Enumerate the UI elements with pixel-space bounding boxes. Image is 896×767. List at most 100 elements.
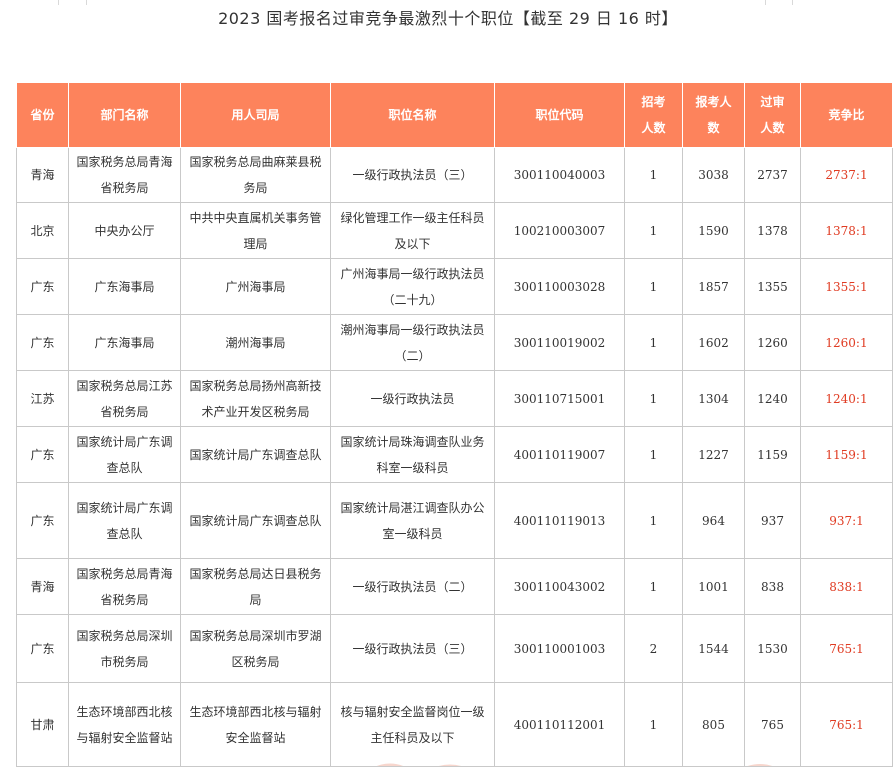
cell-employer: 国家税务总局达日县税务局 <box>180 558 331 615</box>
cell-applicants: 1544 <box>682 614 745 683</box>
cell-employer: 国家税务总局曲麻莱县税务局 <box>180 147 331 203</box>
cell-recruit: 1 <box>624 314 683 371</box>
cell-ratio: 1260:1 <box>800 314 893 371</box>
cell-code: 300110040003 <box>494 147 625 203</box>
table-row: 广东 广东海事局 潮州海事局 潮州海事局一级行政执法员（二） 300110019… <box>16 314 893 371</box>
table-row: 广东 国家统计局广东调查总队 国家统计局广东调查总队 国家统计局珠海调查队业务科… <box>16 426 893 483</box>
watermark-graphic <box>377 763 773 766</box>
cell-province: 青海 <box>16 147 69 203</box>
cell-province: 青海 <box>16 558 69 615</box>
cell-department: 生态环境部西北核与辐射安全监督站 <box>68 682 181 767</box>
cell-code: 300110001003 <box>494 614 625 683</box>
cell-code: 300110003028 <box>494 258 625 315</box>
cell-applicants: 964 <box>682 482 745 559</box>
cell-recruit: 1 <box>624 202 683 259</box>
header-recruit-line1: 招考 <box>641 95 666 109</box>
header-department: 部门名称 <box>68 82 181 148</box>
header-applicants-line2: 数 <box>707 121 720 135</box>
header-employer: 用人司局 <box>180 82 331 148</box>
cell-recruit: 1 <box>624 147 683 203</box>
header-applicants: 报考人 数 <box>682 82 745 148</box>
cell-employer: 生态环境部西北核与辐射安全监督站 <box>180 682 331 767</box>
competition-table: 省份 部门名称 用人司局 职位名称 职位代码 招考 人数 报考人 数 过审 人数… <box>16 82 893 767</box>
cell-approved: 1530 <box>744 614 801 683</box>
cell-province: 广东 <box>16 258 69 315</box>
cell-approved: 1240 <box>744 370 801 427</box>
cell-position: 绿化管理工作一级主任科员及以下 <box>330 202 495 259</box>
table-row: 北京 中央办公厅 中共中央直属机关事务管理局 绿化管理工作一级主任科员及以下 1… <box>16 202 893 259</box>
cell-province: 甘肃 <box>16 682 69 767</box>
cell-province: 广东 <box>16 426 69 483</box>
cell-ratio: 765:1 <box>800 614 893 683</box>
cell-position: 广州海事局一级行政执法员（二十九） <box>330 258 495 315</box>
header-recruit-line2: 人数 <box>641 121 666 135</box>
cell-province: 广东 <box>16 314 69 371</box>
cell-province: 北京 <box>16 202 69 259</box>
cell-code: 100210003007 <box>494 202 625 259</box>
table-row: 青海 国家税务总局青海省税务局 国家税务总局曲麻莱县税务局 一级行政执法员（三）… <box>16 147 893 203</box>
cell-employer: 国家税务总局深圳市罗湖区税务局 <box>180 614 331 683</box>
header-approved: 过审 人数 <box>744 82 801 148</box>
cell-employer: 国家统计局广东调查总队 <box>180 426 331 483</box>
table-row: 广东 国家税务总局深圳市税务局 国家税务总局深圳市罗湖区税务局 一级行政执法员（… <box>16 614 893 683</box>
cell-department: 国家税务总局青海省税务局 <box>68 558 181 615</box>
cell-ratio: 1378:1 <box>800 202 893 259</box>
header-row: 省份 部门名称 用人司局 职位名称 职位代码 招考 人数 报考人 数 过审 人数… <box>16 82 893 148</box>
cell-department: 国家税务总局深圳市税务局 <box>68 614 181 683</box>
header-applicants-line1: 报考人 <box>695 95 732 109</box>
cell-approved: 838 <box>744 558 801 615</box>
cell-department: 国家统计局广东调查总队 <box>68 482 181 559</box>
cell-department: 国家统计局广东调查总队 <box>68 426 181 483</box>
page-title: 2023 国考报名过审竞争最激烈十个职位【截至 29 日 16 时】 <box>218 9 678 28</box>
cell-employer: 潮州海事局 <box>180 314 331 371</box>
cell-code: 300110043002 <box>494 558 625 615</box>
cell-ratio: 1355:1 <box>800 258 893 315</box>
cell-applicants: 1001 <box>682 558 745 615</box>
cell-department: 广东海事局 <box>68 258 181 315</box>
cell-province: 江苏 <box>16 370 69 427</box>
cell-department: 中央办公厅 <box>68 202 181 259</box>
cell-ratio: 937:1 <box>800 482 893 559</box>
table-row: 江苏 国家税务总局江苏省税务局 国家税务总局扬州高新技术产业开发区税务局 一级行… <box>16 370 893 427</box>
header-approved-line1: 过审 <box>760 95 785 109</box>
header-ratio: 竞争比 <box>800 82 893 148</box>
cell-ratio: 838:1 <box>800 558 893 615</box>
cell-department: 国家税务总局青海省税务局 <box>68 147 181 203</box>
cell-position: 潮州海事局一级行政执法员（二） <box>330 314 495 371</box>
cell-position: 一级行政执法员（三） <box>330 614 495 683</box>
header-province: 省份 <box>16 82 69 148</box>
cell-employer: 中共中央直属机关事务管理局 <box>180 202 331 259</box>
cell-province: 广东 <box>16 614 69 683</box>
cell-department: 国家税务总局江苏省税务局 <box>68 370 181 427</box>
cell-employer: 广州海事局 <box>180 258 331 315</box>
cell-applicants: 1602 <box>682 314 745 371</box>
cell-recruit: 1 <box>624 426 683 483</box>
cell-approved: 1159 <box>744 426 801 483</box>
watermark-image <box>360 752 820 766</box>
cell-approved: 2737 <box>744 147 801 203</box>
cell-employer: 国家统计局广东调查总队 <box>180 482 331 559</box>
cell-employer: 国家税务总局扬州高新技术产业开发区税务局 <box>180 370 331 427</box>
cell-approved: 937 <box>744 482 801 559</box>
cell-approved: 1355 <box>744 258 801 315</box>
cell-applicants: 1857 <box>682 258 745 315</box>
cell-approved: 1260 <box>744 314 801 371</box>
cell-position: 一级行政执法员（二） <box>330 558 495 615</box>
header-code: 职位代码 <box>494 82 625 148</box>
cell-position: 一级行政执法员 <box>330 370 495 427</box>
table-row: 广东 国家统计局广东调查总队 国家统计局广东调查总队 国家统计局湛江调查队办公室… <box>16 482 893 559</box>
cell-ratio: 2737:1 <box>800 147 893 203</box>
cell-position: 一级行政执法员（三） <box>330 147 495 203</box>
header-approved-line2: 人数 <box>760 121 785 135</box>
cell-recruit: 1 <box>624 370 683 427</box>
cell-recruit: 1 <box>624 258 683 315</box>
cell-code: 300110019002 <box>494 314 625 371</box>
table-row: 广东 广东海事局 广州海事局 广州海事局一级行政执法员（二十九） 3001100… <box>16 258 893 315</box>
cell-ratio: 1159:1 <box>800 426 893 483</box>
cell-position: 国家统计局珠海调查队业务科室一级科员 <box>330 426 495 483</box>
header-recruit: 招考 人数 <box>624 82 683 148</box>
table-row: 青海 国家税务总局青海省税务局 国家税务总局达日县税务局 一级行政执法员（二） … <box>16 558 893 615</box>
cell-approved: 1378 <box>744 202 801 259</box>
cell-position: 国家统计局湛江调查队办公室一级科员 <box>330 482 495 559</box>
cell-applicants: 1304 <box>682 370 745 427</box>
